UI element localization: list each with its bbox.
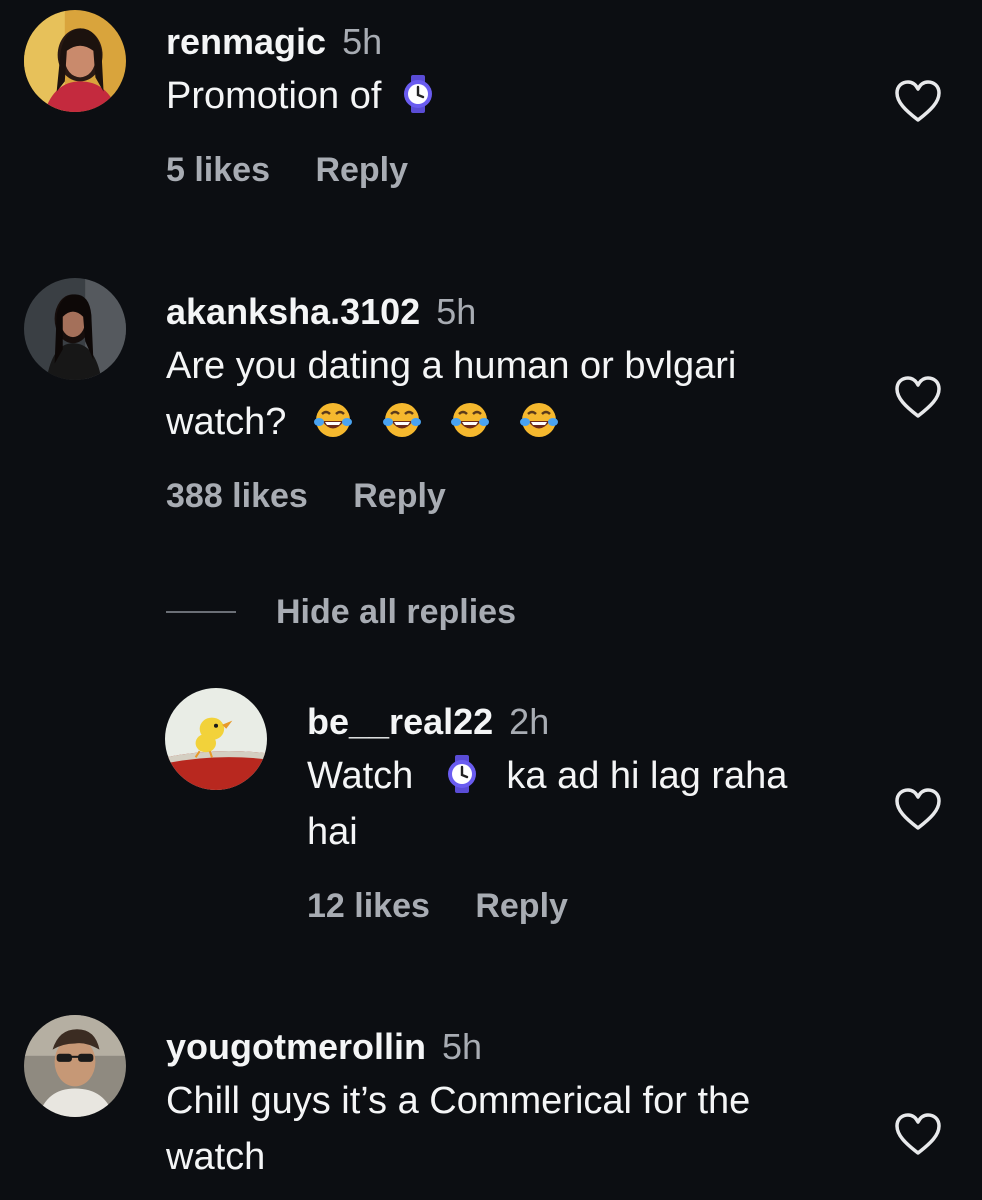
reply-button[interactable]: Reply	[475, 887, 568, 925]
comment-text: Chill guys it’s a Commerical for the wat…	[166, 1073, 750, 1185]
avatar[interactable]	[165, 688, 267, 790]
reply-text-line-2: hai	[307, 811, 358, 853]
avatar[interactable]	[24, 10, 126, 112]
face-with-tears-of-joy-icon	[313, 400, 353, 440]
like-count[interactable]: 388 likes	[166, 477, 308, 515]
reply-text-part: Watch	[307, 755, 414, 797]
timestamp: 2h	[509, 701, 550, 742]
watch-emoji-icon	[398, 74, 438, 114]
username[interactable]: be__real22	[307, 701, 493, 742]
comment-text-part: watch?	[166, 401, 287, 443]
comment-akanksha: akanksha.3102 5h Are you dating a human …	[0, 270, 982, 570]
reply-be-real22: be__real22 2h Watch ka ad hi lag raha ha…	[0, 680, 982, 980]
hide-replies-label[interactable]: Hide all replies	[276, 593, 516, 632]
comment-text-part: Promotion of	[166, 75, 382, 117]
heart-outline-icon[interactable]	[893, 786, 943, 832]
comment-text: Are you dating a human or bvlgari watch?	[166, 338, 736, 450]
username[interactable]: yougotmerollin	[166, 1026, 426, 1067]
username[interactable]: akanksha.3102	[166, 291, 420, 332]
comment-text: Promotion of	[166, 68, 444, 124]
comment-text-line-2: watch?	[166, 394, 736, 450]
comment-text-line: Are you dating a human or bvlgari	[166, 345, 737, 387]
face-with-tears-of-joy-icon	[450, 400, 490, 440]
divider	[166, 611, 236, 613]
comment-text-line-2: watch	[166, 1136, 266, 1178]
reply-button[interactable]: Reply	[315, 151, 408, 189]
timestamp: 5h	[436, 291, 477, 332]
like-count[interactable]: 5 likes	[166, 151, 270, 189]
hide-replies-toggle[interactable]: Hide all replies	[166, 590, 516, 634]
heart-outline-icon[interactable]	[893, 374, 943, 420]
username[interactable]: renmagic	[166, 21, 326, 62]
reply-button[interactable]: Reply	[353, 477, 446, 515]
reply-text-part: ka ad hi lag raha	[506, 755, 788, 797]
timestamp: 5h	[342, 21, 383, 62]
comment-renmagic: renmagic 5h Promotion of 5 likes Reply	[0, 0, 982, 230]
face-with-tears-of-joy-icon	[382, 400, 422, 440]
avatar[interactable]	[24, 1015, 126, 1117]
reply-text: Watch ka ad hi lag raha hai	[307, 748, 787, 860]
like-count[interactable]: 12 likes	[307, 887, 430, 925]
reply-text-line: Watch ka ad hi lag raha	[307, 748, 787, 804]
comment-text-line: Chill guys it’s a Commerical for the	[166, 1080, 751, 1122]
heart-outline-icon[interactable]	[893, 1111, 943, 1157]
timestamp: 5h	[442, 1026, 483, 1067]
heart-outline-icon[interactable]	[893, 78, 943, 124]
face-with-tears-of-joy-icon	[519, 400, 559, 440]
avatar[interactable]	[24, 278, 126, 380]
watch-emoji-icon	[442, 754, 482, 794]
comment-yougotmerollin: yougotmerollin 5h Chill guys it’s a Comm…	[0, 1005, 982, 1200]
